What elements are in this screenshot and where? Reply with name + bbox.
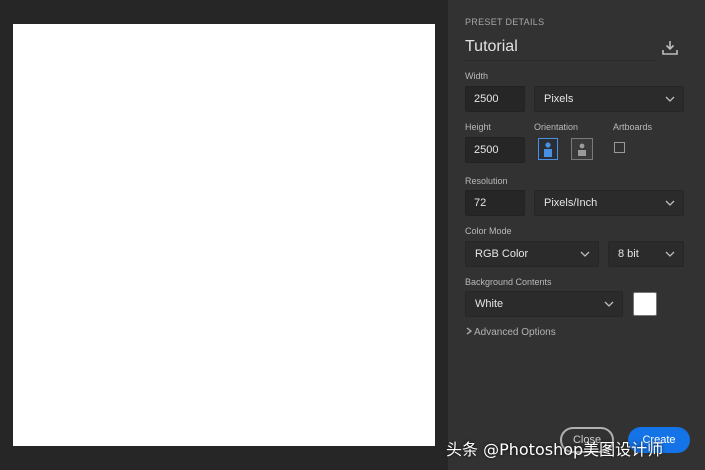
- resolution-unit-value: Pixels/Inch: [544, 197, 598, 209]
- background-contents-select[interactable]: White: [465, 291, 623, 317]
- bit-depth-select[interactable]: 8 bit: [608, 241, 684, 267]
- artboards-checkbox[interactable]: [614, 142, 625, 153]
- chevron-right-icon: [466, 327, 474, 338]
- resolution-input[interactable]: 72: [465, 190, 525, 216]
- section-title: PRESET DETAILS: [465, 17, 545, 27]
- background-contents-label: Background Contents: [465, 277, 552, 287]
- height-label: Height: [465, 122, 492, 132]
- chevron-down-icon: [604, 301, 614, 307]
- width-input[interactable]: 2500: [465, 86, 525, 112]
- landscape-icon: [578, 143, 586, 156]
- chevron-down-icon: [580, 251, 590, 257]
- document-preview-area: [0, 0, 448, 470]
- chevron-down-icon: [665, 200, 675, 206]
- watermark-text: 头条 @Photoshop美图设计师: [446, 440, 664, 459]
- landscape-orientation-button[interactable]: [571, 138, 593, 160]
- advanced-options-label: Advanced Options: [474, 327, 556, 338]
- advanced-options-toggle[interactable]: Advanced Options: [466, 327, 556, 338]
- artboards-label: Artboards: [613, 122, 653, 132]
- canvas-preview: [13, 24, 435, 446]
- orientation-label: Orientation: [534, 122, 579, 132]
- portrait-icon: [544, 142, 552, 157]
- color-mode-value: RGB Color: [475, 248, 529, 260]
- background-color-swatch[interactable]: [633, 292, 657, 316]
- background-contents-value: White: [475, 298, 504, 310]
- preset-name-input[interactable]: Tutorial: [465, 38, 655, 61]
- width-unit-value: Pixels: [544, 93, 574, 105]
- chevron-down-icon: [665, 96, 675, 102]
- bit-depth-value: 8 bit: [618, 248, 639, 260]
- color-mode-label: Color Mode: [465, 226, 512, 236]
- save-preset-icon[interactable]: [659, 38, 681, 58]
- height-input[interactable]: 2500: [465, 137, 525, 163]
- color-mode-select[interactable]: RGB Color: [465, 241, 599, 267]
- preset-details-panel: PRESET DETAILS Tutorial Width 2500 Pixel…: [448, 0, 705, 470]
- width-label: Width: [465, 71, 489, 81]
- resolution-label: Resolution: [465, 176, 508, 186]
- portrait-orientation-button[interactable]: [538, 138, 558, 160]
- chevron-down-icon: [665, 251, 675, 257]
- width-unit-select[interactable]: Pixels: [534, 86, 684, 112]
- resolution-unit-select[interactable]: Pixels/Inch: [534, 190, 684, 216]
